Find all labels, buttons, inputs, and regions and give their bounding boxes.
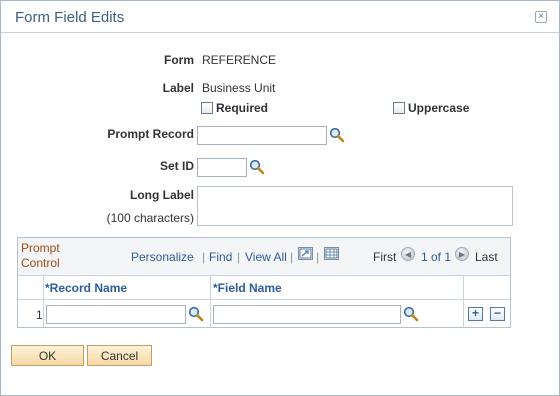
- required-checkbox[interactable]: [201, 102, 213, 114]
- download-spreadsheet-icon[interactable]: [324, 247, 339, 260]
- dialog-title: Form Field Edits: [15, 9, 125, 26]
- prompt-record-input[interactable]: [197, 126, 327, 145]
- row-range: 1 of 1: [421, 250, 452, 264]
- grid-column-header-row: *Record Name *Field Name: [18, 276, 510, 300]
- long-label-textarea[interactable]: [197, 186, 513, 226]
- first-label: First: [373, 250, 397, 264]
- separator: |: [290, 250, 294, 264]
- find-link[interactable]: Find: [209, 250, 232, 264]
- ok-button[interactable]: OK: [11, 345, 84, 366]
- required-label: Required: [216, 101, 269, 115]
- record-name-input[interactable]: [46, 305, 186, 324]
- grid-divider: [43, 276, 44, 327]
- add-row-button[interactable]: +: [468, 307, 483, 321]
- label-value: Business Unit: [202, 81, 276, 95]
- last-label: Last: [475, 250, 498, 264]
- uppercase-checkbox[interactable]: [393, 102, 405, 114]
- previous-icon[interactable]: ◀: [401, 247, 415, 261]
- cancel-button[interactable]: Cancel: [87, 345, 152, 366]
- long-label-label: Long Label: [130, 188, 194, 202]
- grid-divider: [210, 276, 211, 327]
- field-name-input[interactable]: [213, 305, 401, 324]
- uppercase-option[interactable]: Uppercase: [393, 101, 469, 115]
- row-number: 1: [36, 308, 43, 322]
- field-name-lookup-icon[interactable]: [403, 306, 419, 322]
- set-id-lookup-icon[interactable]: [249, 159, 265, 175]
- form-field-edits-dialog: Form Field Edits × Form REFERENCE Label …: [0, 0, 560, 396]
- zoom-grid-icon[interactable]: [298, 247, 313, 260]
- separator: |: [237, 250, 241, 264]
- dialog-titlebar: Form Field Edits ×: [1, 1, 559, 33]
- set-id-input[interactable]: [197, 158, 247, 177]
- column-header-record-name[interactable]: *Record Name: [45, 281, 127, 295]
- personalize-link[interactable]: Personalize: [131, 250, 194, 264]
- uppercase-label: Uppercase: [408, 101, 470, 115]
- grid-title: Prompt Control: [21, 241, 60, 270]
- prompt-record-label: Prompt Record: [107, 127, 194, 141]
- set-id-label: Set ID: [159, 159, 194, 173]
- view-all-link[interactable]: View All: [245, 250, 287, 264]
- separator: |: [202, 250, 206, 264]
- record-name-lookup-icon[interactable]: [188, 306, 204, 322]
- form-label: Form: [164, 53, 194, 67]
- delete-row-button[interactable]: −: [490, 307, 505, 321]
- grid-header: Prompt Control Personalize | Find | View…: [18, 238, 510, 276]
- close-icon[interactable]: ×: [535, 11, 547, 23]
- grid-divider: [463, 276, 464, 327]
- form-value: REFERENCE: [202, 53, 277, 67]
- next-icon[interactable]: ▶: [455, 247, 469, 261]
- separator: |: [316, 250, 320, 264]
- prompt-control-grid: Prompt Control Personalize | Find | View…: [17, 237, 511, 328]
- long-label-hint: (100 characters): [106, 211, 194, 225]
- prompt-record-lookup-icon[interactable]: [329, 127, 345, 143]
- label-label: Label: [162, 81, 194, 95]
- required-option[interactable]: Required: [201, 101, 268, 115]
- column-header-field-name[interactable]: *Field Name: [213, 281, 282, 295]
